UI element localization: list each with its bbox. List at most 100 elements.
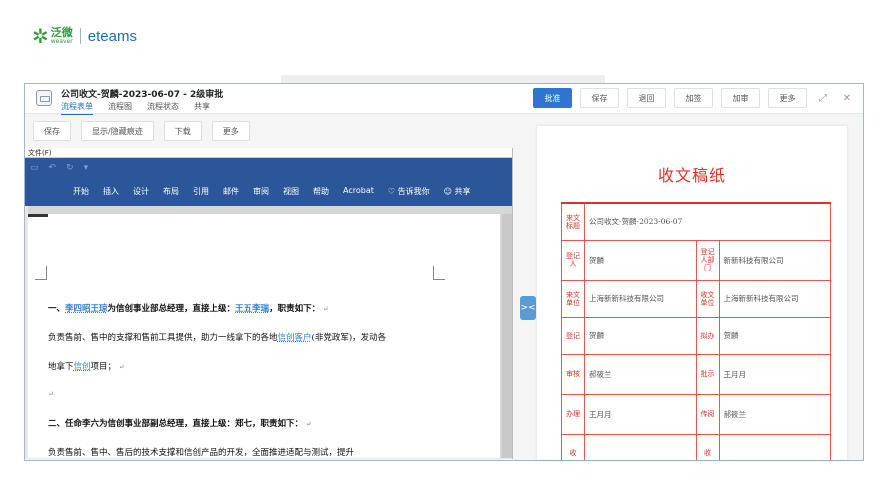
ribbon-tab-view[interactable]: 视图 (283, 186, 299, 197)
quick-access-toolbar: ▭ ↶ ↻ ▾ (30, 163, 88, 173)
ribbon-tab-mailings[interactable]: 邮件 (223, 186, 239, 197)
value-registrar[interactable]: 贺麟 (584, 239, 697, 281)
value-register[interactable]: 贺麟 (584, 316, 697, 355)
value-instruction[interactable]: 王月月 (718, 353, 831, 395)
label-sender-unit: 来文单位 (561, 279, 585, 318)
label-proposal: 拟办 (695, 316, 720, 355)
ribbon-tab-share[interactable]: ☺ 共享 (444, 186, 471, 197)
customize-icon[interactable]: ▾ (84, 163, 89, 173)
label-register: 登记 (561, 316, 585, 355)
value-registrar-dept[interactable]: 新新科技有限公司 (718, 239, 831, 281)
header-actions: 批准 保存 退回 加签 加审 更多 ⤢ ✕ (533, 88, 855, 108)
ribbon-tab-design[interactable]: 设计 (133, 186, 149, 197)
brand-logo: ✲ 泛微 weaver eteams (32, 26, 137, 46)
form-row-register: 登记 贺麟 拟办 贺麟 (561, 316, 831, 355)
value-review[interactable]: 郝筱兰 (584, 353, 697, 395)
ribbon-tabs: 开始 插入 设计 布局 引用 邮件 审阅 视图 帮助 Acrobat ♡ 告诉我… (73, 186, 470, 197)
label-receiver-unit: 收文单位 (695, 279, 720, 318)
form-row-registrar: 登记人 贺麟 登记人部门 新新科技有限公司 (561, 239, 831, 281)
more-button[interactable]: 更多 (768, 88, 807, 108)
receipt-form-panel: 收文稿纸 来文标题 公司收文-贺麟-2023-06-07 登记人 贺麟 登记人部… (537, 126, 847, 460)
form-row-review: 审核 郝筱兰 批示 王月月 (561, 353, 831, 395)
workflow-window: 公司收文-贺麟-2023-06-07 - 2级审批 流程表单 流程图 流程状态 … (24, 83, 864, 461)
form-table: 来文标题 公司收文-贺麟-2023-06-07 登记人 贺麟 登记人部门 新新科… (561, 202, 831, 460)
word-ribbon: ▭ ↶ ↻ ▾ 开始 插入 设计 布局 引用 邮件 审阅 视图 帮助 Acrob… (25, 158, 512, 206)
document-scrollbar[interactable] (502, 214, 512, 458)
value-sender-unit[interactable]: 上海新新科技有限公司 (584, 279, 697, 318)
ribbon-tab-home[interactable]: 开始 (73, 186, 89, 197)
doc-line-3: 地拿下信创项目； ↵ (48, 362, 125, 372)
form-row-title: 来文标题 公司收文-贺麟-2023-06-07 (561, 202, 831, 241)
close-icon[interactable]: ✕ (839, 93, 855, 104)
doc-line-5: 二、任命李六为信创事业部副总经理，直接上级：郑七，职责如下： ↵ (48, 419, 312, 429)
doc-line-4: ↵ (48, 390, 54, 398)
value-partial-2[interactable] (718, 433, 831, 460)
leaf-icon: ✲ (32, 24, 49, 48)
window-title: 公司收文-贺麟-2023-06-07 - 2级审批 (61, 90, 224, 100)
label-registrar: 登记人 (561, 239, 585, 281)
crop-mark-left (35, 266, 47, 280)
label-registrar-dept: 登记人部门 (695, 239, 720, 281)
tab-form[interactable]: 流程表单 (61, 101, 93, 115)
doc-line-2: 负责售前、售中的支撑和售前工具提供，助力一线拿下的各地信创客户(非党政军)，发动… (48, 333, 387, 343)
value-receiver-unit[interactable]: 上海新新科技有限公司 (718, 279, 831, 318)
label-handle: 办理 (561, 393, 585, 435)
label-partial-2: 收 (695, 433, 720, 460)
window-tabs: 流程表单 流程图 流程状态 共享 (61, 101, 210, 115)
doc-line-6: 负责售前、售中、售后的技术支撑和信创产品的开发，全面推进适配与测试，提升 (48, 448, 355, 458)
redo-icon[interactable]: ↻ (66, 163, 74, 173)
toggle-revisions-button[interactable]: 显示/隐藏痕迹 (81, 121, 154, 141)
ribbon-tab-tellme[interactable]: ♡ 告诉我你 (388, 186, 430, 197)
value-proposal[interactable]: 贺麟 (718, 316, 831, 355)
ribbon-tab-insert[interactable]: 插入 (103, 186, 119, 197)
approve-button[interactable]: 批准 (533, 88, 572, 108)
toolbar-save-button[interactable]: 保存 (33, 121, 71, 141)
save-button[interactable]: 保存 (580, 88, 619, 108)
toolbar-more-button[interactable]: 更多 (211, 121, 250, 141)
tab-flowchart[interactable]: 流程图 (108, 101, 132, 115)
tab-status[interactable]: 流程状态 (147, 101, 179, 115)
add-reviewer-button[interactable]: 加审 (721, 88, 760, 108)
ribbon-tab-layout[interactable]: 布局 (163, 186, 179, 197)
ribbon-tab-references[interactable]: 引用 (193, 186, 209, 197)
value-doc-title[interactable]: 公司收文-贺麟-2023-06-07 (584, 202, 831, 241)
weaver-logo: ✲ 泛微 weaver (32, 26, 73, 46)
collapse-toggle-icon[interactable]: >< (520, 296, 536, 320)
label-partial-1: 收 (561, 433, 585, 460)
crop-mark-right (433, 266, 445, 280)
label-review: 审核 (561, 353, 585, 395)
ribbon-tab-review[interactable]: 审阅 (253, 186, 269, 197)
product-name: eteams (87, 27, 137, 45)
doc-line-1: 一、李四昭王琼为信创事业部总经理，直接上级：王五李瑞，职责如下： ↵ (48, 304, 329, 314)
document-icon (36, 90, 52, 106)
share-label: 共享 (454, 187, 471, 196)
window-header: 公司收文-贺麟-2023-06-07 - 2级审批 流程表单 流程图 流程状态 … (25, 84, 863, 115)
download-button[interactable]: 下载 (163, 121, 202, 141)
add-signer-button[interactable]: 加签 (674, 88, 713, 108)
form-row-handle: 办理 王月月 传阅 郝筱兰 (561, 393, 831, 435)
undo-icon[interactable]: ↶ (49, 163, 57, 173)
brand-divider (79, 28, 81, 44)
brand-cn: 泛微 (50, 26, 73, 39)
value-partial-1[interactable] (584, 433, 697, 460)
ribbon-tab-help[interactable]: 帮助 (313, 186, 329, 197)
ribbon-tab-acrobat[interactable]: Acrobat (343, 186, 374, 197)
tellme-label: 告诉我你 (397, 187, 430, 196)
label-instruction: 批示 (695, 353, 720, 395)
tab-share[interactable]: 共享 (194, 101, 210, 115)
document-canvas: 一、李四昭王琼为信创事业部总经理，直接上级：王五李瑞，职责如下： ↵ 负责售前、… (28, 206, 512, 458)
return-button[interactable]: 退回 (627, 88, 666, 108)
top-strip (281, 75, 605, 83)
expand-icon[interactable]: ⤢ (815, 93, 831, 104)
save-icon[interactable]: ▭ (30, 163, 39, 173)
value-handle[interactable]: 王月月 (584, 393, 697, 435)
ruler-marker (28, 214, 48, 217)
word-editor: 文件(F) ▭ ↶ ↻ ▾ 开始 插入 设计 布局 引用 邮件 审阅 视图 帮助… (25, 148, 513, 459)
label-doc-title: 来文标题 (561, 202, 585, 241)
value-circulate[interactable]: 郝筱兰 (718, 393, 831, 435)
lightbulb-icon: ♡ (387, 187, 396, 196)
form-row-partial: 收 收 (561, 433, 831, 460)
document-page[interactable]: 一、李四昭王琼为信创事业部总经理，直接上级：王五李瑞，职责如下： ↵ 负责售前、… (28, 214, 500, 458)
file-menu[interactable]: 文件(F) (25, 148, 512, 158)
person-icon: ☺ (443, 187, 452, 196)
